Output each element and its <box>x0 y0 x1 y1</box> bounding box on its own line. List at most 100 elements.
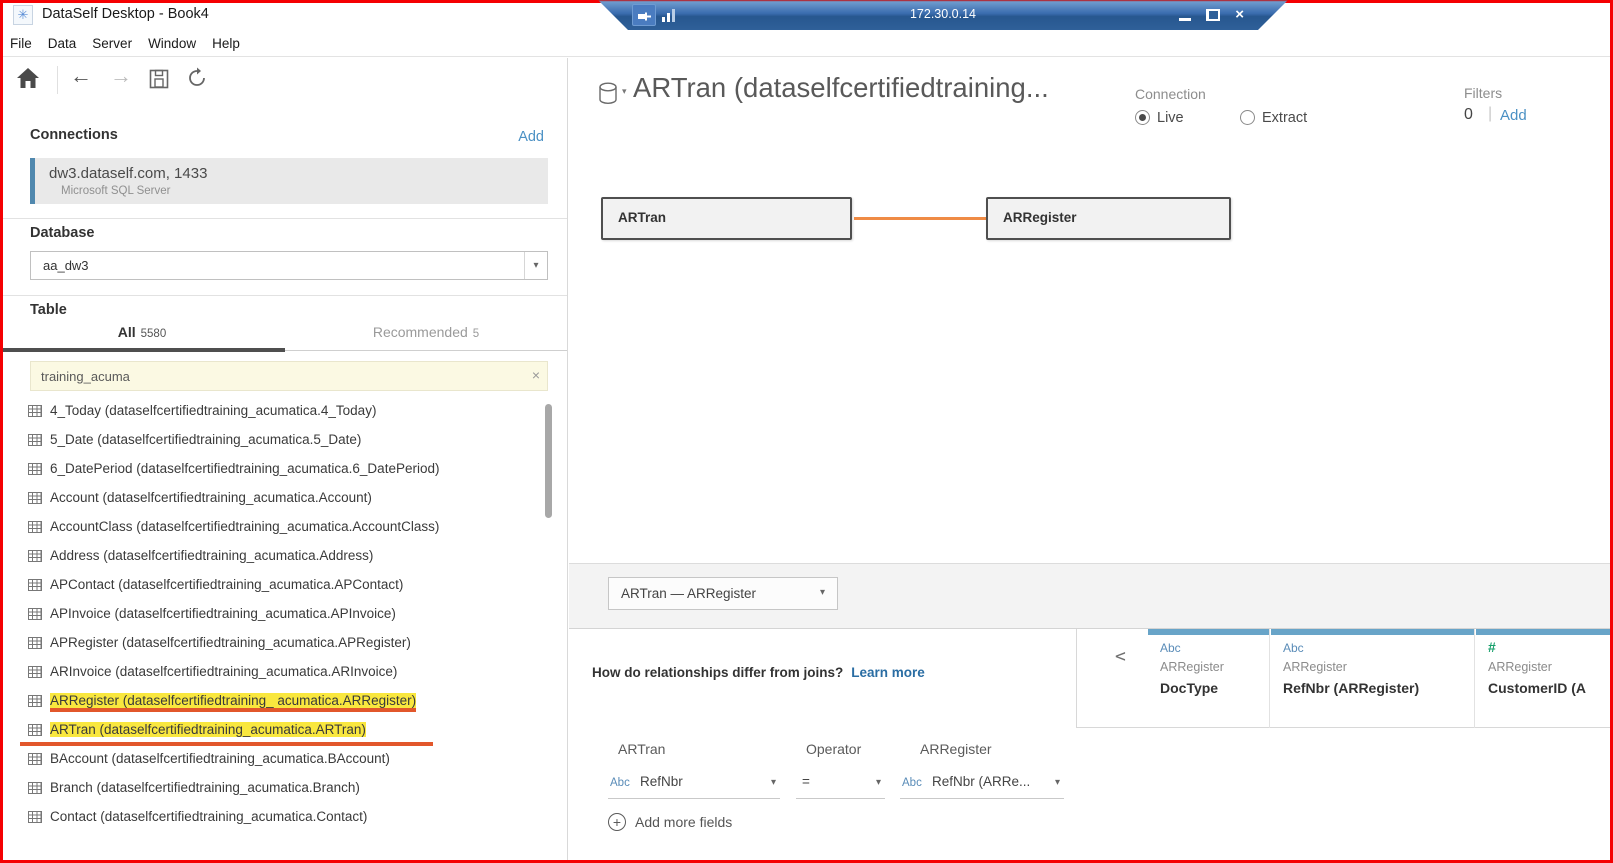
number-type-icon: # <box>1488 639 1496 655</box>
menu-server[interactable]: Server <box>92 36 143 51</box>
window-title: DataSelf Desktop - Book4 <box>42 6 209 22</box>
connections-header: Connections <box>30 127 118 143</box>
app-window: ✳ DataSelf Desktop - Book4 172.30.0.14 ×… <box>0 0 1613 863</box>
radio-live-label[interactable]: Live <box>1157 110 1184 126</box>
string-type-icon: Abc <box>1160 641 1181 655</box>
tab-all[interactable]: All5580 <box>0 324 284 350</box>
canvas-table-arregister[interactable]: ARRegister <box>986 197 1231 240</box>
menu-data[interactable]: Data <box>48 36 88 51</box>
table-list-item[interactable]: ARRegister (dataselfcertifiedtraining_ a… <box>0 687 545 716</box>
minimize-button[interactable] <box>1179 18 1191 21</box>
refresh-icon[interactable] <box>186 67 208 91</box>
relationship-question: How do relationships differ from joins?L… <box>592 665 925 680</box>
datasource-icon[interactable] <box>598 82 618 105</box>
clear-search-icon[interactable]: × <box>532 367 540 383</box>
table-list-item[interactable]: Address (dataselfcertifiedtraining_acuma… <box>0 542 545 571</box>
grid-column-header[interactable]: #ARRegisterCustomerID (A <box>1476 629 1613 728</box>
table-grid-icon <box>28 637 42 649</box>
grid-column-header[interactable]: AbcARRegisterRefNbr (ARRegister) <box>1271 629 1475 728</box>
filters-divider: | <box>1488 105 1492 123</box>
connection-item[interactable]: dw3.dataself.com, 1433 Microsoft SQL Ser… <box>30 158 548 204</box>
radio-extract-label[interactable]: Extract <box>1262 110 1307 126</box>
relationship-pair-select[interactable]: ARTran — ARRegister ▾ <box>608 577 838 610</box>
canvas-table-artran[interactable]: ARTran <box>601 197 852 240</box>
table-tabs: All5580 Recommended5 <box>0 320 568 351</box>
scrollbar-thumb[interactable] <box>545 404 552 518</box>
left-table-header: ARTran <box>618 741 665 757</box>
collapse-panel-icon[interactable]: < <box>1115 646 1126 667</box>
database-header: Database <box>30 225 94 241</box>
tab-all-count: 5580 <box>141 328 167 340</box>
menu-help[interactable]: Help <box>212 36 251 51</box>
table-list-item[interactable]: 6_DatePeriod (dataselfcertifiedtraining_… <box>0 455 545 484</box>
radio-extract[interactable] <box>1240 110 1255 125</box>
add-connection-link[interactable]: Add <box>518 129 544 145</box>
restore-button[interactable] <box>1207 9 1219 21</box>
table-list-item-label: AccountClass (dataselfcertifiedtraining_… <box>50 519 439 534</box>
right-field-select[interactable]: Abc RefNbr (ARRe... ▾ <box>900 767 1064 799</box>
chevron-down-icon[interactable]: ▾ <box>524 252 547 279</box>
tab-recommended[interactable]: Recommended5 <box>284 324 568 350</box>
learn-more-link[interactable]: Learn more <box>851 665 925 680</box>
radio-live[interactable] <box>1135 110 1150 125</box>
column-table-name: ARRegister <box>1160 660 1224 674</box>
save-icon[interactable] <box>149 69 169 89</box>
table-list-item-label: ARRegister (dataselfcertifiedtraining_ a… <box>50 693 416 712</box>
table-search-input[interactable] <box>41 362 521 390</box>
menu-bar: File Data Server Window Help <box>0 30 1613 57</box>
table-list-item-label: ARTran (dataselfcertifiedtraining_acumat… <box>50 722 366 737</box>
table-list-item-label: Account (dataselfcertifiedtraining_acuma… <box>50 490 372 505</box>
table-list-item-label: ARInvoice (dataselfcertifiedtraining_acu… <box>50 664 397 679</box>
table-list-item-label: Branch (dataselfcertifiedtraining_acumat… <box>50 780 360 795</box>
table-grid-icon <box>28 579 42 591</box>
column-table-name: ARRegister <box>1488 660 1552 674</box>
table-list-item[interactable]: APInvoice (dataselfcertifiedtraining_acu… <box>0 600 545 629</box>
app-logo-icon: ✳ <box>13 5 33 25</box>
menu-file[interactable]: File <box>10 36 43 51</box>
table-grid-icon <box>28 724 42 736</box>
grid-column-header[interactable]: Abc ARRegister DocType <box>1148 629 1270 728</box>
relationship-editor: How do relationships differ from joins?L… <box>569 629 1076 863</box>
table-list-item[interactable]: APContact (dataselfcertifiedtraining_acu… <box>0 571 545 600</box>
table-list-item[interactable]: Branch (dataselfcertifiedtraining_acumat… <box>0 774 545 803</box>
table-list-item[interactable]: ARInvoice (dataselfcertifiedtraining_acu… <box>0 658 545 687</box>
column-field-name: DocType <box>1160 680 1218 696</box>
table-list-item-label: 6_DatePeriod (dataselfcertifiedtraining_… <box>50 461 439 476</box>
chevron-down-icon[interactable]: ▾ <box>622 86 627 97</box>
database-select[interactable]: aa_dw3 ▾ <box>30 251 548 280</box>
forward-icon: → <box>110 63 132 89</box>
toolbar: ← → <box>0 58 567 102</box>
left-field-select[interactable]: Abc RefNbr ▾ <box>608 767 780 799</box>
rdp-connection-bar: 172.30.0.14 × <box>598 0 1288 30</box>
table-list-item[interactable]: BAccount (dataselfcertifiedtraining_acum… <box>0 745 545 774</box>
table-list-item[interactable]: Account (dataselfcertifiedtraining_acuma… <box>0 484 545 513</box>
table-grid-icon <box>28 811 42 823</box>
operator-header: Operator <box>806 741 861 757</box>
add-filter-link[interactable]: Add <box>1500 107 1527 124</box>
active-tab-underline <box>0 348 285 352</box>
close-button[interactable]: × <box>1235 0 1244 30</box>
table-list-item[interactable]: Contact (dataselfcertifiedtraining_acuma… <box>0 803 545 832</box>
tab-recommended-count: 5 <box>473 328 479 340</box>
column-accent-bar <box>1476 629 1613 635</box>
table-grid-icon <box>28 695 42 707</box>
home-icon[interactable] <box>16 67 40 89</box>
chevron-down-icon: ▾ <box>771 777 776 788</box>
table-list-item-label: Address (dataselfcertifiedtraining_acuma… <box>50 548 373 563</box>
table-header: Table <box>30 302 67 318</box>
table-list-item[interactable]: APRegister (dataselfcertifiedtraining_ac… <box>0 629 545 658</box>
table-list-item[interactable]: 4_Today (dataselfcertifiedtraining_acuma… <box>0 397 545 426</box>
relationship-noodle[interactable] <box>854 217 986 220</box>
table-list-item[interactable]: ARTran (dataselfcertifiedtraining_acumat… <box>0 716 545 745</box>
table-grid-icon <box>28 521 42 533</box>
back-icon[interactable]: ← <box>70 63 92 89</box>
table-list-item-label: APContact (dataselfcertifiedtraining_acu… <box>50 577 403 592</box>
table-list-item[interactable]: 5_Date (dataselfcertifiedtraining_acumat… <box>0 426 545 455</box>
menu-window[interactable]: Window <box>148 36 207 51</box>
connection-label: Connection <box>1135 86 1206 102</box>
table-list-item[interactable]: AccountClass (dataselfcertifiedtraining_… <box>0 513 545 542</box>
divider <box>0 218 567 219</box>
operator-select[interactable]: = ▾ <box>796 767 885 799</box>
table-grid-icon <box>28 753 42 765</box>
grid-header-row: < Abc ARRegister DocType AbcARRegisterRefNb… <box>1076 629 1613 728</box>
